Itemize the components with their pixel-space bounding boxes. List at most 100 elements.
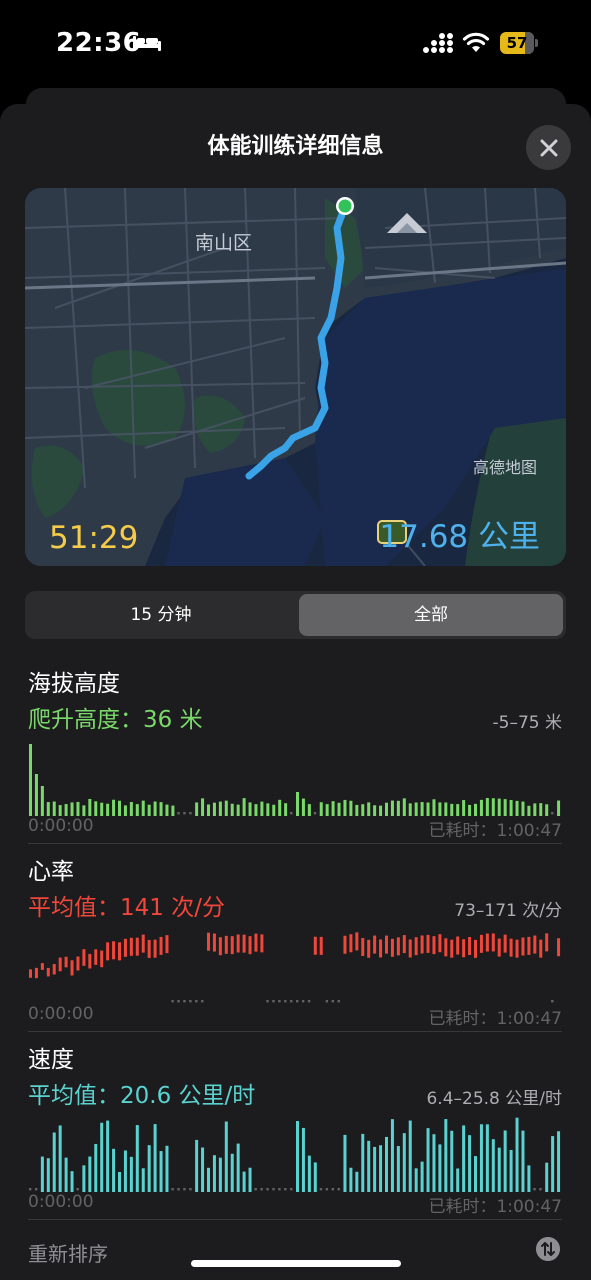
chart-bar — [296, 792, 299, 816]
chart-gap-marker — [177, 1000, 180, 1003]
battery-level: 57 — [506, 34, 528, 52]
chart-bar — [438, 934, 442, 953]
chart-bar — [479, 1124, 483, 1192]
chart-gap-marker — [533, 1188, 536, 1191]
elevation-section[interactable]: 海拔高度 爬升高度：36 米 -5–75 米 0:00:00 已耗时：1:00:… — [28, 664, 563, 841]
chart-bar — [349, 934, 353, 953]
chart-bar — [266, 803, 270, 816]
chart-bar — [396, 1146, 400, 1192]
chart-gap-marker — [337, 1188, 340, 1191]
chart-bar — [385, 1136, 388, 1192]
close-button[interactable] — [526, 125, 571, 170]
chart-gap-marker — [254, 1188, 257, 1191]
chart-bar — [414, 937, 418, 956]
chart-gap-marker — [278, 1188, 281, 1191]
chart-bar — [408, 1120, 412, 1192]
chart-gap-marker — [278, 1000, 281, 1003]
chart-bar — [420, 802, 424, 816]
chart-bar — [70, 802, 74, 816]
chart-bar — [385, 802, 388, 816]
chart-bar — [432, 799, 436, 816]
heart-rate-section[interactable]: 心率 平均值：141 次/分 73–171 次/分 0:00:00 已耗时：1:… — [28, 852, 562, 1029]
chart-bar — [141, 934, 145, 953]
status-bar: 22:36 57 — [0, 0, 591, 88]
chart-gap-marker — [296, 1000, 299, 1003]
chart-bar — [367, 1140, 371, 1192]
chart-bar — [313, 936, 317, 955]
chart-bar — [236, 934, 240, 953]
chart-bar — [88, 1156, 92, 1192]
chart-gap-marker — [325, 1000, 329, 1003]
chart-bar — [390, 938, 394, 957]
elevation-start-time: 0:00:00 — [28, 816, 94, 836]
chart-gap-marker — [183, 1188, 186, 1191]
chart-bar — [491, 933, 495, 952]
reorder-button[interactable]: 重新排序 — [28, 1238, 108, 1267]
chart-bar — [135, 937, 139, 956]
chart-bar — [64, 1157, 68, 1192]
chart-bar — [236, 804, 240, 816]
chart-bar — [343, 935, 347, 954]
chart-bar — [432, 1134, 436, 1192]
chart-bar — [474, 803, 477, 816]
chart-bar — [40, 1156, 44, 1192]
chart-bar — [147, 1145, 151, 1192]
chart-bar — [224, 1121, 228, 1192]
speed-section[interactable]: 速度 平均值：20.6 公里/时 6.4–25.8 公里/时 0:00:00 已… — [28, 1040, 562, 1217]
chart-bar — [236, 1143, 240, 1192]
chart-bar — [82, 1165, 86, 1192]
chart-bar — [503, 799, 507, 816]
route-map[interactable]: 南山区 高德地图 51:29 17.68 公里 — [25, 188, 566, 566]
reorder-icon[interactable] — [536, 1237, 560, 1261]
chart-gap-marker — [551, 1000, 554, 1003]
chart-bar — [503, 1130, 507, 1192]
chart-bar — [331, 801, 335, 816]
chart-bar — [533, 803, 537, 816]
chart-gap-marker — [183, 812, 186, 815]
chart-bar — [503, 934, 507, 953]
chart-bar — [165, 804, 169, 816]
chart-bar — [551, 1136, 555, 1192]
chart-bar — [94, 949, 98, 965]
chart-gap-marker — [189, 1000, 192, 1003]
chart-bar — [34, 967, 38, 979]
divider — [28, 843, 562, 844]
chart-gap-marker — [301, 1000, 305, 1003]
speed-chart — [29, 1117, 561, 1192]
chart-bar — [248, 1167, 252, 1192]
chart-bar — [390, 800, 394, 816]
chart-bar — [462, 800, 466, 816]
chart-bar — [491, 1139, 495, 1192]
chart-gap-marker — [319, 1188, 323, 1191]
chart-bar — [450, 1130, 454, 1192]
chart-bar — [58, 805, 62, 816]
chart-bar — [420, 1161, 424, 1192]
chart-gap-marker — [331, 1000, 334, 1003]
chart-bar — [408, 803, 412, 816]
chart-bar — [432, 936, 436, 955]
chart-bar — [402, 935, 406, 954]
chart-bar — [135, 1125, 139, 1192]
segment-15-minutes[interactable]: 15 分钟 — [28, 594, 294, 636]
chart-bar — [438, 1144, 442, 1192]
chart-gap-marker — [284, 1188, 287, 1191]
chart-bar — [112, 1148, 116, 1192]
chart-gap-marker — [337, 1000, 340, 1003]
chart-bar — [485, 933, 489, 952]
segment-all[interactable]: 全部 — [299, 594, 563, 636]
elevation-range: -5–75 米 — [492, 713, 563, 733]
chart-bar — [40, 786, 44, 816]
chart-bar — [521, 801, 525, 816]
sheet-title: 体能训练详细信息 — [207, 134, 384, 159]
chart-bar — [367, 939, 371, 958]
chart-bar — [485, 1124, 489, 1192]
chart-bar — [242, 798, 246, 816]
chart-gap-marker — [177, 812, 180, 815]
chart-gap-marker — [325, 1188, 329, 1191]
chart-bar — [224, 800, 228, 816]
chart-bar — [201, 1147, 205, 1192]
chart-bar — [129, 1156, 133, 1192]
speed-range: 6.4–25.8 公里/时 — [426, 1089, 562, 1109]
chart-bar — [396, 937, 400, 956]
chart-bar — [118, 800, 121, 816]
